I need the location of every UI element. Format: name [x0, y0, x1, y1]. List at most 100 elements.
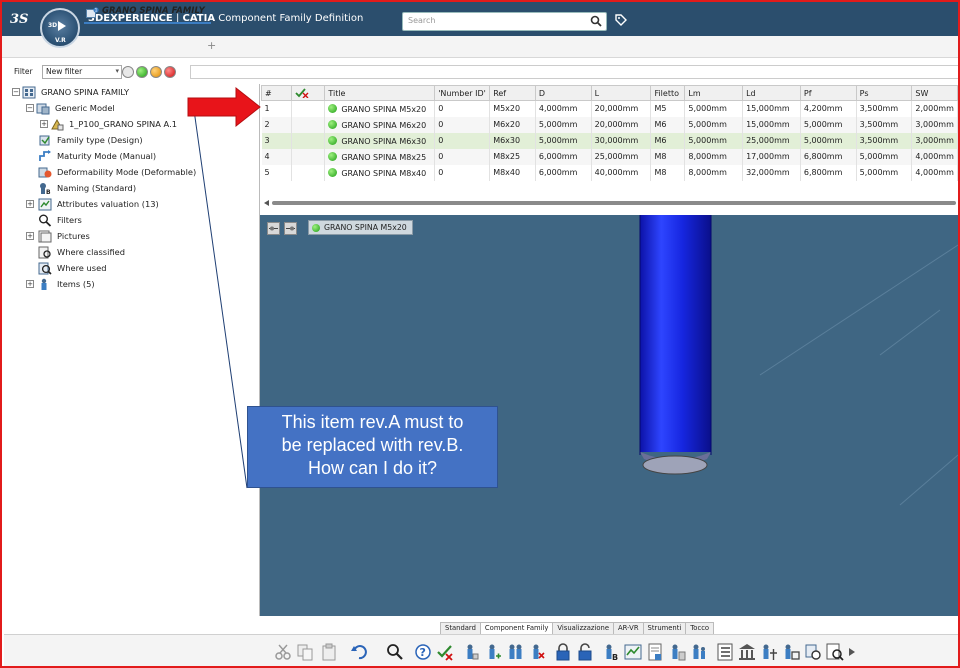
table-cell[interactable]: 5,000mm — [800, 132, 857, 149]
table-cell[interactable]: 6,800mm — [800, 148, 857, 165]
tree-item-pictures[interactable]: Pictures — [38, 229, 90, 243]
table-cell[interactable]: M6 — [650, 132, 686, 149]
table-row[interactable]: 1 GRANO SPINA M5x20 0 M5x20 4,000mm 20,000mm M… — [261, 100, 958, 117]
table-cell[interactable]: 3 — [261, 132, 292, 149]
check-icon[interactable] — [436, 643, 454, 661]
filter-green-icon[interactable] — [136, 66, 148, 78]
table-cell[interactable]: M8 — [650, 164, 686, 181]
table-cell[interactable]: 6,000mm — [535, 164, 592, 181]
tree-item-attributes-valuation[interactable]: Attributes valuation (13) — [38, 197, 159, 211]
undo-icon[interactable] — [350, 643, 368, 661]
table-cell[interactable]: M6x30 — [489, 132, 536, 149]
table-cell[interactable]: 8,000mm — [684, 148, 744, 165]
table-cell[interactable]: 3,000mm — [911, 132, 958, 149]
table-row[interactable]: 5 GRANO SPINA M8x40 0 M8x40 6,000mm 40,000mm M… — [261, 164, 958, 181]
tree-item-where-used[interactable]: Where used — [38, 261, 107, 275]
add-tab-button[interactable]: + — [207, 39, 216, 52]
tab-tocco[interactable]: Tocco — [685, 622, 715, 634]
table-cell[interactable]: 15,000mm — [742, 116, 801, 133]
table-cell[interactable]: 0 — [434, 132, 491, 149]
attributes-icon[interactable] — [624, 643, 642, 661]
tab-grano-spina-family[interactable]: GRANO SPINA FAMILY — [84, 2, 211, 24]
tree-item-maturity-mode[interactable]: Maturity Mode (Manual) — [38, 149, 156, 163]
table-cell[interactable]: 20,000mm — [591, 116, 652, 133]
table-cell[interactable]: 6,000mm — [535, 148, 592, 165]
table-row[interactable]: 3 GRANO SPINA M6x30 0 M6x30 5,000mm 30,000mm M… — [261, 132, 958, 149]
part-remove-icon[interactable] — [528, 643, 546, 661]
table-cell[interactable]: 20,000mm — [591, 100, 652, 117]
expand-icon[interactable]: + — [26, 232, 34, 240]
table-cell[interactable]: 5,000mm — [856, 148, 913, 165]
column-header[interactable]: SW — [911, 85, 958, 101]
table-cell[interactable]: 4,200mm — [800, 100, 857, 117]
table-cell[interactable]: 4,000mm — [911, 148, 958, 165]
document-icon[interactable] — [646, 643, 664, 661]
tool-icon[interactable] — [760, 643, 778, 661]
column-header[interactable]: Ref — [489, 85, 536, 101]
library-icon[interactable] — [738, 643, 756, 661]
column-header[interactable]: Title — [324, 85, 436, 101]
table-cell[interactable] — [291, 148, 326, 165]
table-cell[interactable]: M5x20 — [489, 100, 536, 117]
table-cell[interactable]: GRANO SPINA M8x25 — [324, 148, 436, 165]
column-header[interactable]: 'Number ID' — [434, 85, 491, 101]
column-header[interactable]: D — [534, 85, 592, 101]
zoom-icon[interactable] — [386, 643, 404, 661]
table-row[interactable]: 2 GRANO SPINA M6x20 0 M6x20 5,000mm 20,000mm M… — [261, 116, 958, 133]
column-header[interactable]: Lm — [684, 85, 744, 101]
tree-item-family-type[interactable]: Family type (Design) — [38, 133, 143, 147]
table-cell[interactable]: 2,000mm — [911, 100, 958, 117]
table-cell[interactable]: 4,000mm — [535, 100, 592, 117]
filter-field[interactable] — [190, 65, 958, 79]
table-cell[interactable]: GRANO SPINA M6x30 — [324, 132, 436, 149]
items-icon[interactable] — [690, 643, 708, 661]
list-icon[interactable] — [716, 643, 734, 661]
table-cell[interactable]: M6 — [650, 116, 686, 133]
table-cell[interactable]: 5 — [261, 164, 292, 181]
table-cell[interactable]: 3,500mm — [856, 100, 913, 117]
table-cell[interactable]: 8,000mm — [684, 164, 744, 181]
copy-icon[interactable] — [296, 643, 314, 661]
tab-ar-vr[interactable]: AR-VR — [613, 622, 644, 634]
table-cell[interactable] — [291, 132, 326, 149]
table-row[interactable]: 4 GRANO SPINA M8x25 0 M8x25 6,000mm 25,000mm M… — [261, 148, 958, 165]
table-cell[interactable]: M6x20 — [489, 116, 536, 133]
table-cell[interactable]: 4,000mm — [911, 164, 958, 181]
table-cell[interactable]: 17,000mm — [742, 148, 801, 165]
filter-red-icon[interactable] — [164, 66, 176, 78]
table-cell[interactable]: 25,000mm — [742, 132, 801, 149]
filter-select[interactable]: New filter ▾ — [42, 65, 122, 79]
tree-item-filters[interactable]: Filters — [38, 213, 82, 227]
table-cell[interactable]: 5,000mm — [535, 132, 592, 149]
report-icon[interactable] — [826, 643, 844, 661]
table-cell[interactable]: 2 — [261, 116, 292, 133]
view-options-button[interactable] — [284, 222, 297, 235]
column-header[interactable]: L — [590, 85, 652, 101]
table-cell[interactable]: 3,000mm — [911, 116, 958, 133]
table-cell[interactable]: 5,000mm — [856, 164, 913, 181]
filter-none-icon[interactable] — [122, 66, 134, 78]
table-cell[interactable]: 30,000mm — [591, 132, 652, 149]
table-cell[interactable]: 3,500mm — [856, 116, 913, 133]
compass-icon[interactable]: 3D V.R — [40, 8, 80, 48]
tool2-icon[interactable] — [782, 643, 800, 661]
table-cell[interactable]: 4 — [261, 148, 292, 165]
column-header[interactable]: Ps — [855, 85, 913, 101]
tab-strumenti[interactable]: Strumenti — [642, 622, 687, 634]
more-icon[interactable] — [847, 643, 857, 661]
table-cell[interactable]: GRANO SPINA M8x40 — [324, 164, 436, 181]
tag-icon[interactable] — [614, 13, 628, 27]
table-cell[interactable]: 25,000mm — [591, 148, 652, 165]
paste-icon[interactable] — [320, 643, 338, 661]
table-cell[interactable]: 6,800mm — [800, 164, 857, 181]
table-cell[interactable]: 15,000mm — [742, 100, 801, 117]
table-cell[interactable]: 5,000mm — [684, 116, 744, 133]
search-input[interactable]: Search — [402, 12, 607, 31]
table-cell[interactable] — [291, 100, 326, 117]
filter-icon[interactable] — [668, 643, 686, 661]
table-cell[interactable]: 5,000mm — [684, 132, 744, 149]
search-icon[interactable] — [590, 15, 602, 27]
table-cell[interactable] — [291, 116, 326, 133]
part-link-icon[interactable] — [506, 643, 524, 661]
tree-item-where-classified[interactable]: Where classified — [38, 245, 125, 259]
